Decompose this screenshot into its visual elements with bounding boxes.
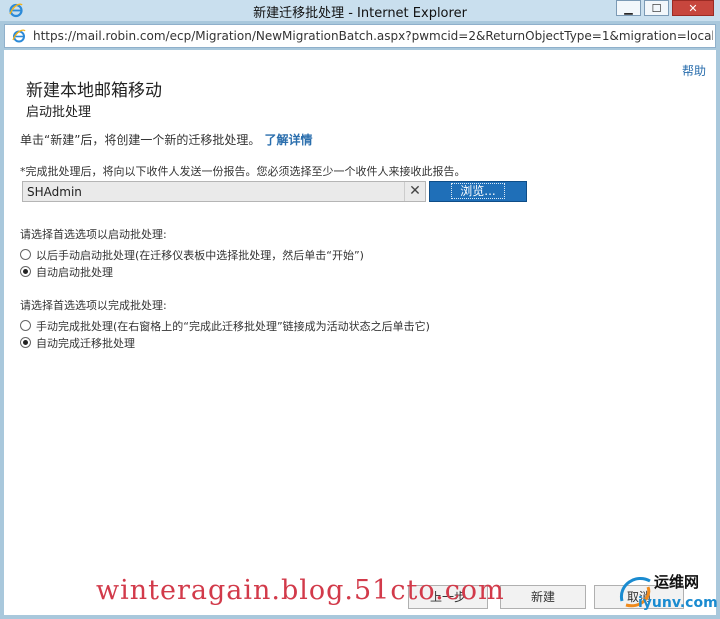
complete-options-group: 请选择首选选项以完成批处理: 手动完成批处理(在右窗格上的“完成此迁移批处理”链… bbox=[20, 297, 430, 351]
radio-manual-complete[interactable] bbox=[20, 320, 31, 331]
learn-more-link[interactable]: 了解详情 bbox=[264, 133, 312, 147]
maximize-button[interactable]: ☐ bbox=[644, 0, 669, 16]
start-option-auto-label: 自动启动批处理 bbox=[36, 265, 113, 279]
window-title: 新建迁移批处理 - Internet Explorer bbox=[253, 6, 467, 21]
complete-option-auto-label: 自动完成迁移批处理 bbox=[36, 336, 135, 350]
minimize-button[interactable]: ▁ bbox=[616, 0, 641, 16]
page-subtitle: 启动批处理 bbox=[26, 105, 92, 120]
start-options-group: 请选择首选选项以启动批处理: 以后手动启动批处理(在迁移仪表板中选择批处理，然后… bbox=[20, 226, 364, 280]
blog-watermark: winteragain.blog.51cto.com bbox=[96, 575, 505, 606]
recipient-field[interactable]: SHAdmin ✕ bbox=[22, 181, 426, 202]
help-link[interactable]: 帮助 bbox=[682, 62, 706, 79]
radio-auto-complete[interactable] bbox=[20, 337, 31, 348]
start-option-manual-label: 以后手动启动批处理(在迁移仪表板中选择批处理，然后单击“开始”) bbox=[36, 248, 364, 262]
url-text[interactable]: https://mail.robin.com/ecp/Migration/New… bbox=[33, 29, 713, 43]
window-title-bar: 新建迁移批处理 - Internet Explorer ▁ ☐ ✕ bbox=[0, 0, 720, 21]
page-title: 新建本地邮箱移动 bbox=[26, 81, 162, 101]
internet-explorer-icon bbox=[12, 29, 26, 43]
remove-recipient-icon[interactable]: ✕ bbox=[404, 182, 425, 201]
start-options-label: 请选择首选选项以启动批处理: bbox=[20, 228, 167, 241]
complete-option-manual[interactable]: 手动完成批处理(在右窗格上的“完成此迁移批处理”链接成为活动状态之后单击它) bbox=[20, 317, 430, 334]
logo-domain-text: iyunv.com bbox=[638, 595, 718, 611]
complete-option-auto[interactable]: 自动完成迁移批处理 bbox=[20, 334, 430, 351]
complete-option-manual-label: 手动完成批处理(在右窗格上的“完成此迁移批处理”链接成为活动状态之后单击它) bbox=[36, 319, 430, 333]
browse-label: 浏览... bbox=[451, 183, 505, 199]
radio-manual-start[interactable] bbox=[20, 249, 31, 260]
site-logo-watermark: 运维网 iyunv.com bbox=[614, 567, 718, 619]
start-option-manual[interactable]: 以后手动启动批处理(在迁移仪表板中选择批处理，然后单击“开始”) bbox=[20, 246, 364, 263]
logo-chinese-text: 运维网 bbox=[654, 573, 700, 591]
dialog-page: 帮助 新建本地邮箱移动 启动批处理 单击“新建”后，将创建一个新的迁移批处理。了… bbox=[4, 50, 716, 615]
report-notice: *完成批处理后，将向以下收件人发送一份报告。您必须选择至少一个收件人来接收此报告… bbox=[20, 165, 466, 178]
radio-auto-start[interactable] bbox=[20, 266, 31, 277]
recipient-value: SHAdmin bbox=[27, 185, 82, 199]
address-bar[interactable]: https://mail.robin.com/ecp/Migration/New… bbox=[4, 24, 716, 48]
start-option-auto[interactable]: 自动启动批处理 bbox=[20, 263, 364, 280]
close-window-button[interactable]: ✕ bbox=[672, 0, 714, 16]
intro-text: 单击“新建”后，将创建一个新的迁移批处理。 了解详情 bbox=[20, 131, 312, 148]
complete-options-label: 请选择首选选项以完成批处理: bbox=[20, 299, 167, 312]
intro-sentence: 单击“新建”后，将创建一个新的迁移批处理。 bbox=[20, 133, 261, 147]
browse-button[interactable]: 浏览... bbox=[429, 181, 527, 202]
create-button[interactable]: 新建 bbox=[500, 585, 586, 609]
